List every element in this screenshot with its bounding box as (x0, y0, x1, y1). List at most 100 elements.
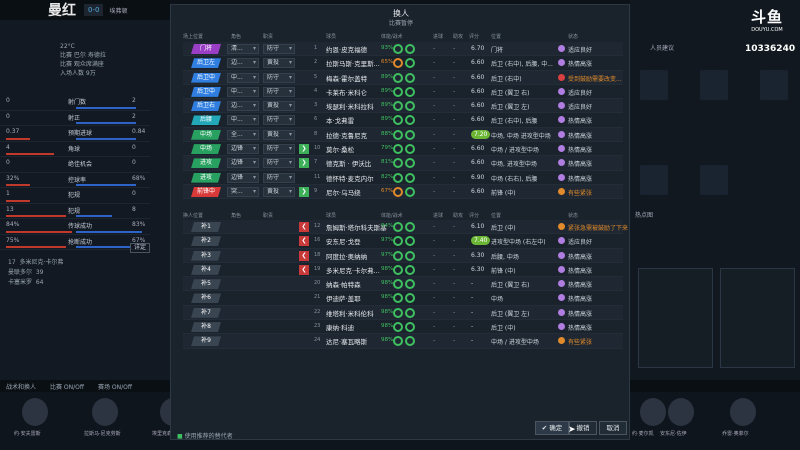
player-card[interactable] (700, 70, 728, 100)
position-tag[interactable]: 补3 (191, 250, 221, 261)
tactics-tab[interactable]: 战术和换人 (6, 382, 36, 391)
position-tag[interactable]: 补8 (191, 322, 221, 333)
duty-select[interactable]: 防守 (263, 158, 295, 169)
player-row[interactable]: 后卫右边... 黄投 3 埃瑟利·米科拉科 89% - - 6.60 后卫 (翼卫 左) 适应良好 (183, 99, 623, 114)
player-row[interactable]: 后卫左边... 黄投 2 拉斯马斯·克里斯...65% - - 6.60 后卫 (右中), 后… (183, 56, 623, 71)
player-name[interactable]: 约恩·皮克福德 (326, 44, 367, 54)
role-select[interactable]: 中... (227, 86, 259, 97)
position-tag[interactable]: 补9 (191, 336, 221, 347)
details-button[interactable]: 详定 (130, 243, 150, 253)
position-tag[interactable]: 补6 (191, 293, 221, 304)
player-card[interactable] (760, 70, 788, 100)
player-card[interactable] (640, 70, 668, 100)
player-row[interactable]: 中场全... 黄投 8 拉德·克鲁尼克 88% - - 7.20中场, 中场 进攻型中场 热情高… (183, 127, 623, 143)
player-name[interactable]: 埃瑟利·米科拉科 (326, 101, 374, 111)
position-tag[interactable]: 后卫右 (191, 101, 221, 112)
confirm-button[interactable]: ✔ 确定 (535, 421, 569, 435)
swap-right-icon[interactable]: ❯ (299, 186, 309, 197)
position-tag[interactable]: 补1 (191, 222, 221, 232)
swap-right-icon[interactable]: ❯ (299, 144, 309, 155)
player-avatar[interactable] (22, 398, 48, 426)
player-name[interactable]: 詹姆斯·塔尔科夫斯基 (326, 222, 387, 232)
role-select[interactable]: 边... (227, 101, 259, 112)
position-tag[interactable]: 前锋中 (191, 186, 221, 197)
player-row[interactable]: 补1 ❮ 12 詹姆斯·塔尔科夫斯基 94% - - 6.10 后卫 (中) 紧张急需被鼓励了下来 (183, 220, 628, 235)
role-select[interactable]: 中... (227, 72, 259, 83)
player-name[interactable]: 多米尼克·卡尔弗... (326, 265, 380, 275)
player-row[interactable]: 补5 20 纳森·帕特森 98% - - - 后卫 (翼卫 右) 热情高涨 (183, 277, 623, 292)
position-tag[interactable]: 补4 (191, 264, 221, 275)
duty-select[interactable]: 防守 (263, 115, 295, 126)
duty-select[interactable]: 防守 (263, 44, 295, 54)
duty-select[interactable]: 防守 (263, 86, 295, 97)
duty-select[interactable]: 黄投 (263, 186, 295, 197)
position-tag[interactable]: 补2 (191, 236, 221, 247)
player-row[interactable]: 补9 24 达尼·塞瓦略斯 98% - - - 中场 / 进攻型中场 有些紧张 (183, 334, 623, 349)
player-avatar[interactable] (92, 398, 118, 426)
duty-select[interactable]: 防守 (263, 172, 295, 183)
player-name[interactable]: 维塔利·米科伦科 (326, 308, 374, 318)
toggle-1[interactable]: 比赛 ON/Off (50, 382, 84, 391)
duty-select[interactable]: 黄投 (263, 129, 295, 140)
position-tag[interactable]: 补7 (191, 307, 221, 318)
player-row[interactable]: 补2 ❮ 16 安东尼·戈登 97% - - 7.40 进攻型中场 (右左中) 适应良好 (183, 234, 623, 249)
role-select[interactable]: 边... (227, 58, 259, 69)
position-tag[interactable]: 后卫左 (191, 58, 221, 69)
swap-left-icon[interactable]: ❮ (299, 236, 309, 247)
player-name[interactable]: 安东尼·戈登 (326, 236, 361, 246)
player-avatar[interactable] (640, 398, 666, 426)
position-tag[interactable]: 门将 (191, 44, 221, 54)
player-row[interactable]: 后卫中中... 防守 5 梅森·霍尔盖特 89% - - 6.60 后卫 (右中) 受到鼓励需要改… (183, 70, 623, 85)
duty-select[interactable]: 黄投 (263, 58, 295, 69)
swap-right-icon[interactable]: ❯ (299, 158, 309, 169)
player-row[interactable]: 门将清...防守1约恩·皮克福德93%--6.70门将适应良好 (183, 42, 623, 57)
player-name[interactable]: 尼尔·乌马绕 (326, 187, 361, 197)
player-name[interactable]: 拉斯马斯·克里斯... (326, 58, 380, 68)
position-tag[interactable]: 后卫中 (191, 72, 221, 83)
player-card[interactable] (640, 165, 668, 195)
player-name[interactable]: 梅森·霍尔盖特 (326, 73, 367, 83)
player-name[interactable]: 纳森·帕特森 (326, 279, 361, 289)
role-select[interactable]: 中... (227, 115, 259, 126)
recommended-checkbox[interactable]: ■ 使用推荐的替代者 (177, 431, 233, 440)
duty-select[interactable]: 防守 (263, 72, 295, 83)
player-row[interactable]: 后卫中中... 防守 4 卡莱布·米科仑 89% - - 6.60 后卫 (翼卫 右) 适应良好 (183, 85, 623, 100)
swap-left-icon[interactable]: ❮ (299, 250, 309, 261)
role-select[interactable]: 突... (227, 186, 259, 197)
player-name[interactable]: 莫尔·桑松 (326, 144, 354, 154)
swap-left-icon[interactable]: ❮ (299, 222, 309, 232)
toggle-2[interactable]: 赛场 ON/Off (98, 382, 132, 391)
player-row[interactable]: 前锋中突... 黄投 ❯ 9 尼尔·乌马绕 67% - - 6.60 前锋 (中) 有些紧张 (183, 184, 623, 200)
player-row[interactable]: 补8 23 康纳·科迪 98% - - - 后卫 (中) 热情高涨 (183, 320, 623, 335)
player-row[interactable]: 后腰中... 防守 6 本·戈弗雷 89% - - 6.60 后卫 (右中), 后腰 热情高涨 (183, 113, 623, 128)
role-select[interactable]: 边锋 (227, 144, 259, 155)
duty-select[interactable]: 防守 (263, 144, 295, 155)
swap-left-icon[interactable]: ❮ (299, 264, 309, 275)
player-name[interactable]: 德克斯 · 伊沃比 (326, 158, 371, 168)
position-tag[interactable]: 进攻 (191, 172, 221, 183)
role-select[interactable]: 边锋 (227, 158, 259, 169)
position-tag[interactable]: 后腰 (191, 115, 221, 126)
position-tag[interactable]: 后卫中 (191, 86, 221, 97)
player-row[interactable]: 补4 ❮ 19 多米尼克·卡尔弗... 98% - - 6.30 前锋 (中) 热情高涨 (183, 263, 623, 278)
player-card[interactable] (700, 165, 728, 195)
position-tag[interactable]: 补5 (191, 279, 221, 290)
player-row[interactable]: 进攻边锋防守 ❯ 7 德克斯 · 伊沃比 81% - - 6.60 中场, 进攻型中场 热情高涨 (183, 156, 623, 171)
player-name[interactable]: 康纳·科迪 (326, 322, 354, 332)
player-row[interactable]: 补6 21 伊迪萨·盖耶 98% - - - 中场 热情高涨 (183, 291, 623, 306)
player-name[interactable]: 卡莱布·米科仑 (326, 87, 367, 97)
player-avatar[interactable] (730, 398, 756, 426)
position-tag[interactable]: 中场 (191, 144, 221, 155)
player-row[interactable]: 补7 22 维塔利·米科伦科 98% - - - 后卫 (翼卫 左) 热情高涨 (183, 305, 623, 321)
role-select[interactable]: 全... (227, 129, 259, 140)
role-select[interactable]: 边锋 (227, 172, 259, 183)
player-name[interactable]: 拉德·克鲁尼克 (326, 130, 367, 140)
player-row[interactable]: 补3 ❮ 18 阿度拉·奥纳纳 97% - - 6.30 后腰, 中场 热情高涨 (183, 248, 623, 263)
player-name[interactable]: 本·戈弗雷 (326, 115, 354, 125)
player-avatar[interactable] (668, 398, 694, 426)
duty-select[interactable]: 黄投 (263, 101, 295, 112)
player-name[interactable]: 达尼·塞瓦略斯 (326, 336, 367, 346)
checkbox-icon[interactable]: ■ (177, 433, 183, 440)
position-tag[interactable]: 中场 (191, 129, 221, 140)
position-tag[interactable]: 进攻 (191, 158, 221, 169)
